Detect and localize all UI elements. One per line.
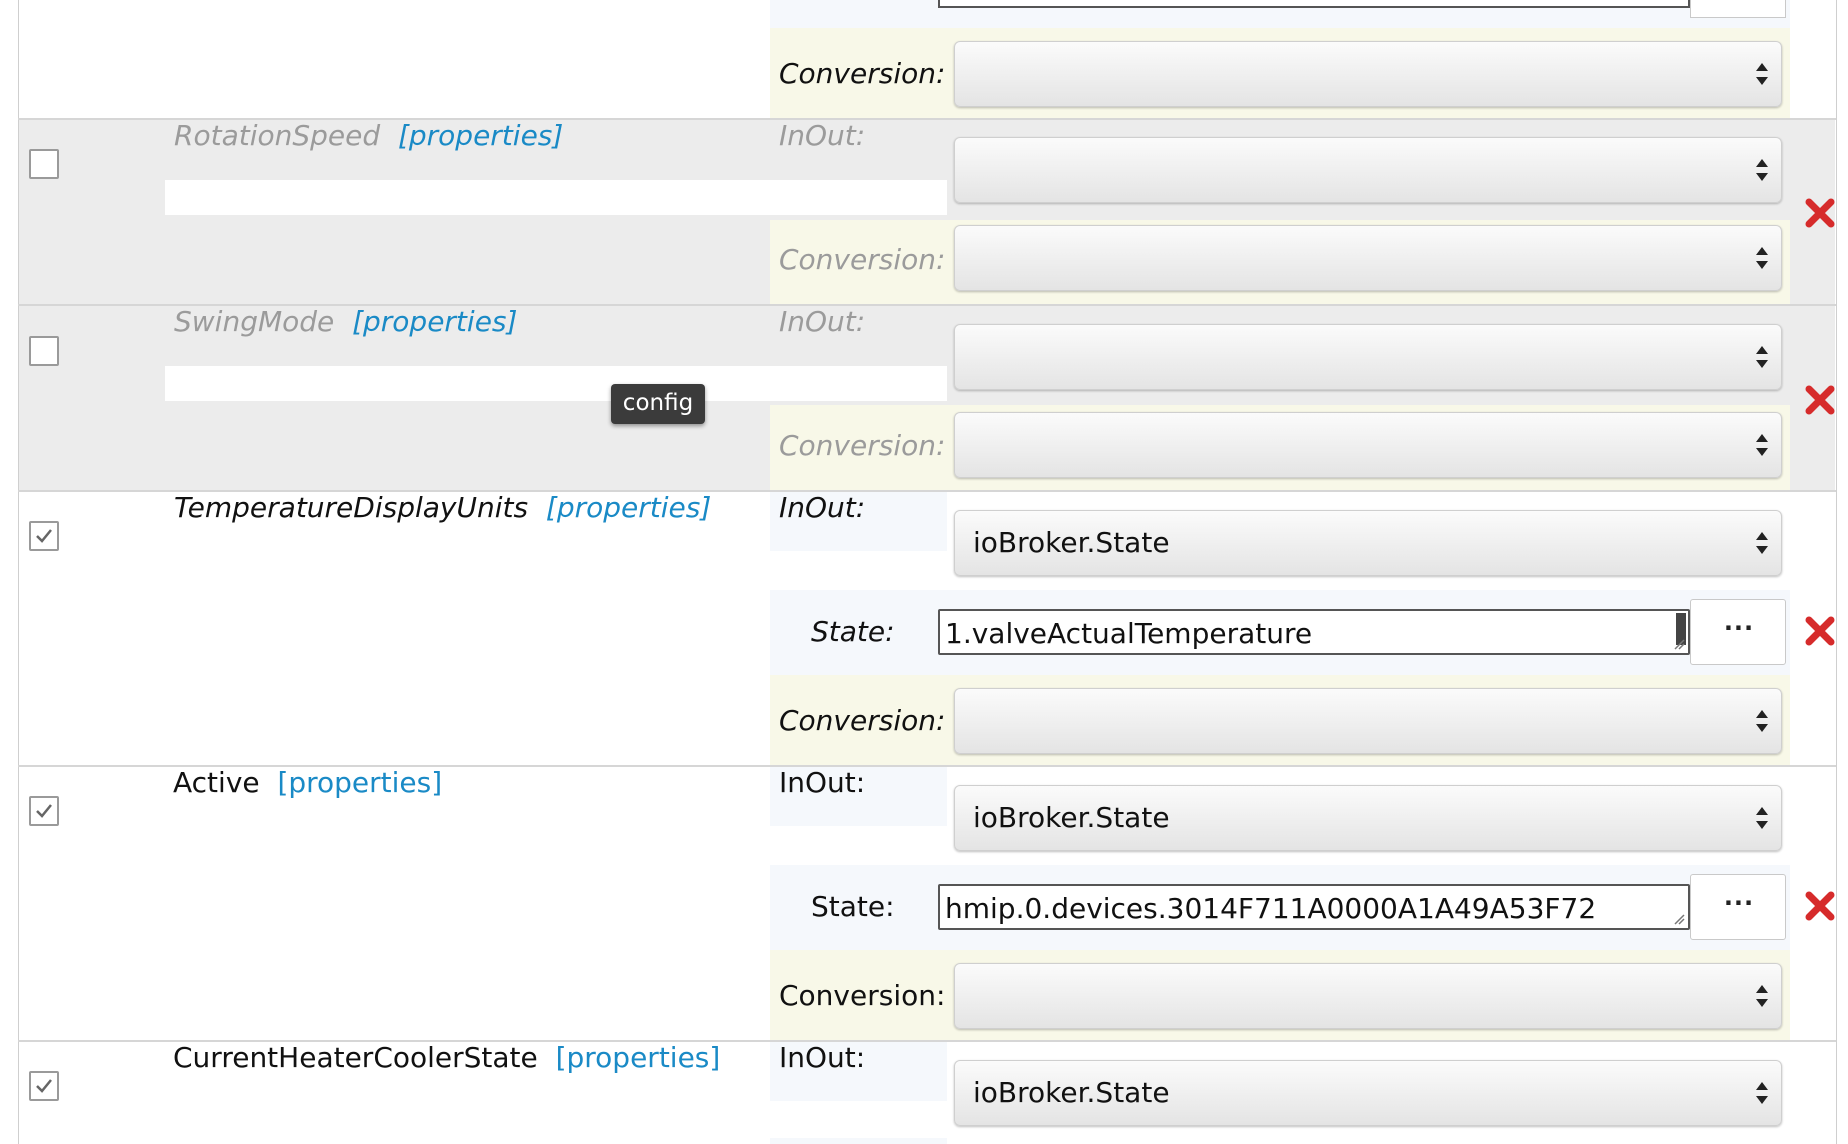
inout-label: InOut:	[779, 1041, 866, 1074]
inout-label: InOut:	[779, 305, 866, 338]
browse-button[interactable]: ···	[1690, 874, 1786, 940]
conversion-select[interactable]	[954, 963, 1782, 1029]
conversion-label: Conversion:	[779, 57, 946, 90]
row-name: SwingMode [properties]	[174, 305, 518, 338]
row-name: RotationSpeed [properties]	[174, 119, 564, 152]
state-label: State:	[811, 890, 895, 923]
conversion-select[interactable]	[954, 412, 1782, 478]
partial-browse-button[interactable]	[1690, 0, 1786, 18]
properties-link[interactable]: [properties]	[546, 491, 711, 524]
row-name: Active [properties]	[173, 766, 443, 799]
table-right-border	[1836, 0, 1837, 1144]
inout-select[interactable]: ioBroker.State	[954, 1060, 1782, 1126]
conversion-label: Conversion:	[779, 704, 946, 737]
delete-icon[interactable]	[1804, 615, 1836, 647]
conversion-select[interactable]	[954, 688, 1782, 754]
delete-icon[interactable]	[1804, 384, 1836, 416]
state-input[interactable]: hmip.0.devices.3014F711A0000A1A49A53F72	[938, 884, 1690, 930]
description-field	[165, 180, 947, 215]
row-checkbox[interactable]	[29, 336, 59, 366]
row-checkbox[interactable]	[29, 1071, 59, 1101]
description-field	[165, 366, 947, 401]
conversion-label: Conversion:	[779, 243, 946, 276]
row-checkbox[interactable]	[29, 521, 59, 551]
state-input[interactable]: 1.valveActualTemperature	[938, 609, 1690, 655]
state-label: State:	[811, 615, 895, 648]
tooltip: config	[611, 384, 705, 424]
state-panel	[770, 1138, 947, 1144]
partial-state-input[interactable]	[938, 0, 1690, 8]
conversion-label: Conversion:	[779, 429, 946, 462]
inout-select[interactable]: ioBroker.State	[954, 785, 1782, 851]
row-name: TemperatureDisplayUnits [properties]	[174, 491, 712, 524]
delete-icon[interactable]	[1804, 197, 1836, 229]
properties-link[interactable]: [properties]	[398, 119, 563, 152]
inout-label: InOut:	[779, 491, 866, 524]
inout-label: InOut:	[779, 119, 866, 152]
row-checkbox[interactable]	[29, 149, 59, 179]
conversion-label: Conversion:	[779, 979, 946, 1012]
properties-link[interactable]: [properties]	[277, 766, 442, 799]
row-checkbox[interactable]	[29, 796, 59, 826]
inout-label: InOut:	[779, 766, 866, 799]
properties-link[interactable]: [properties]	[556, 1041, 721, 1074]
delete-icon[interactable]	[1804, 890, 1836, 922]
conversion-select[interactable]	[954, 41, 1782, 107]
inout-select[interactable]	[954, 324, 1782, 390]
browse-button[interactable]: ···	[1690, 599, 1786, 665]
conversion-select[interactable]	[954, 225, 1782, 291]
properties-link[interactable]: [properties]	[352, 305, 517, 338]
inout-select[interactable]	[954, 137, 1782, 203]
inout-select[interactable]: ioBroker.State	[954, 510, 1782, 576]
row-name: CurrentHeaterCoolerState [properties]	[173, 1041, 721, 1074]
